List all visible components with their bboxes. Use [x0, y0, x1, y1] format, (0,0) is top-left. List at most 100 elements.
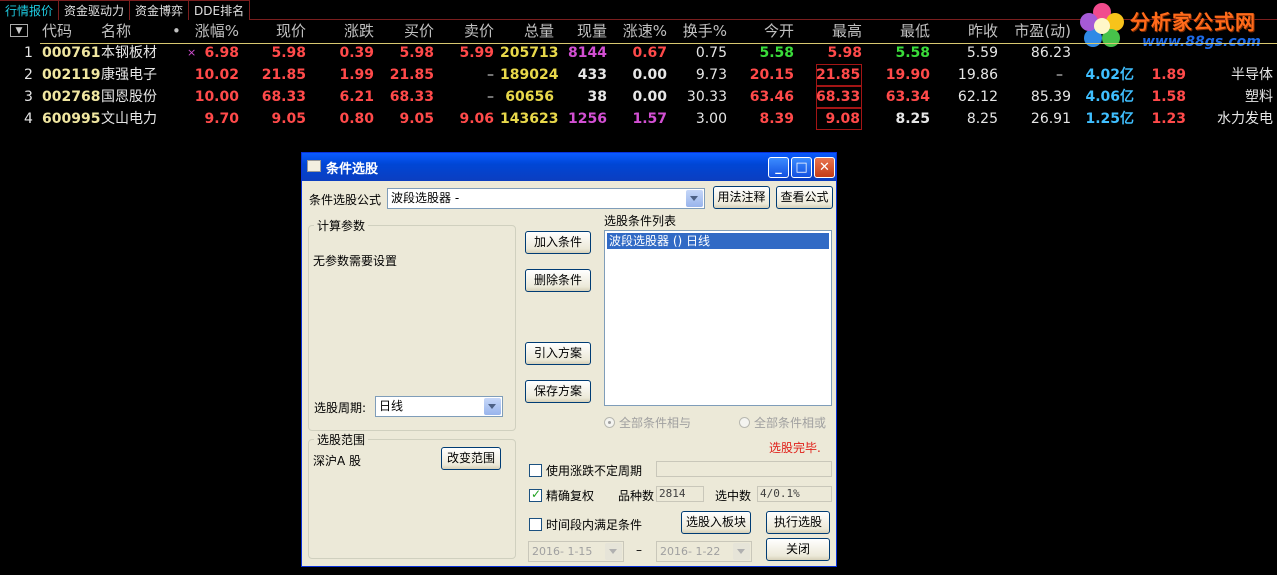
- row-index: 3: [24, 89, 33, 105]
- price: 21.85: [261, 67, 306, 83]
- industry: 塑料: [1245, 89, 1273, 105]
- turnover: 0.75: [695, 45, 727, 61]
- change: 1.99: [339, 67, 374, 83]
- col-bid[interactable]: 买价: [384, 20, 434, 42]
- open: 8.39: [759, 111, 794, 127]
- turnover: 30.33: [686, 89, 727, 105]
- minimize-icon[interactable]: _: [768, 157, 789, 178]
- col-change[interactable]: 涨跌: [320, 20, 374, 42]
- open: 20.15: [749, 67, 794, 83]
- row-index: 2: [24, 67, 33, 83]
- ask: 5.99: [459, 45, 494, 61]
- pct: 10.02: [194, 67, 239, 83]
- col-ask[interactable]: 卖价: [445, 20, 494, 42]
- run-select-button[interactable]: 执行选股: [766, 511, 830, 534]
- bid: 5.98: [399, 45, 434, 61]
- tab-dde-rank[interactable]: DDE排名: [189, 0, 251, 20]
- radio-all-or[interactable]: 全部条件相或: [739, 414, 826, 431]
- no-params-text: 无参数需要设置: [313, 254, 398, 268]
- usage-note-button[interactable]: 用法注释: [713, 186, 770, 209]
- chevron-down-icon[interactable]: [484, 398, 501, 415]
- table-row[interactable]: 2 002119 康强电子 10.02 21.85 1.99 21.85 – 1…: [0, 64, 1277, 86]
- irregular-period-label: 使用涨跌不定周期: [546, 464, 643, 478]
- price: 68.33: [261, 89, 306, 105]
- exact-adjust-checkbox[interactable]: 精确复权: [529, 487, 594, 504]
- table-row[interactable]: 4 600995 文山电力 9.70 9.05 0.80 9.05 9.06 1…: [0, 108, 1277, 130]
- chevron-down-icon[interactable]: [733, 543, 750, 560]
- radio-all-or-label: 全部条件相或: [754, 416, 827, 430]
- close-icon[interactable]: ✕: [814, 157, 835, 178]
- table-row[interactable]: 1 000761 本钢板材 × 6.98 5.98 0.39 5.98 5.99…: [0, 42, 1277, 64]
- speed: 0.00: [632, 67, 667, 83]
- col-prev-close[interactable]: 昨收: [944, 20, 998, 42]
- row-index: 4: [24, 111, 33, 127]
- save-plan-button[interactable]: 保存方案: [525, 380, 591, 403]
- dialog-titlebar[interactable]: 条件选股 _ □ ✕: [302, 153, 836, 181]
- list-item[interactable]: 波段选股器 () 日线: [607, 233, 829, 249]
- speed: 1.57: [632, 111, 667, 127]
- pe: –: [1056, 67, 1063, 83]
- irregular-period-checkbox[interactable]: 使用涨跌不定周期: [529, 462, 642, 479]
- low: 63.34: [885, 89, 930, 105]
- delete-condition-button[interactable]: 删除条件: [525, 269, 591, 292]
- formula-label: 条件选股公式: [309, 193, 382, 207]
- col-cur-volume[interactable]: 现量: [565, 20, 607, 42]
- cur-volume: 8144: [568, 45, 607, 61]
- col-low[interactable]: 最低: [880, 20, 930, 42]
- col-pe[interactable]: 市盈(动): [1005, 20, 1071, 42]
- formula-select[interactable]: 波段选股器 -: [387, 188, 705, 209]
- col-name[interactable]: 名称: [101, 20, 131, 42]
- maximize-icon[interactable]: □: [791, 157, 812, 178]
- window-icon: [307, 160, 321, 172]
- bid: 68.33: [389, 89, 434, 105]
- tab-fund-game[interactable]: 资金博弈: [130, 0, 190, 20]
- import-plan-button[interactable]: 引入方案: [525, 342, 591, 365]
- col-pct[interactable]: 涨幅%: [180, 20, 239, 42]
- change-range-button[interactable]: 改变范围: [441, 447, 501, 470]
- checkbox-off-icon: [529, 464, 542, 477]
- high: 68.33: [816, 86, 862, 108]
- col-open[interactable]: 今开: [740, 20, 794, 42]
- stock-name: 本钢板材: [101, 45, 157, 61]
- col-speed[interactable]: 涨速%: [612, 20, 667, 42]
- amount: 1.25亿: [1085, 111, 1134, 127]
- col-code[interactable]: 代码: [42, 20, 72, 42]
- speed: 0.67: [632, 45, 667, 61]
- col-volume[interactable]: 总量: [500, 20, 554, 42]
- col-price[interactable]: 现价: [250, 20, 306, 42]
- volume: 205713: [500, 45, 559, 61]
- ratio: 1.89: [1151, 67, 1186, 83]
- irregular-period-field: [656, 461, 832, 477]
- chevron-down-icon[interactable]: [686, 190, 703, 207]
- tab-fund-drive[interactable]: 资金驱动力: [59, 0, 131, 20]
- stock-name: 康强电子: [101, 67, 157, 83]
- col-high[interactable]: 最高: [810, 20, 862, 42]
- period-label: 选股周期:: [314, 401, 367, 415]
- date-from-select[interactable]: 2016- 1-15: [528, 541, 624, 562]
- to-block-button[interactable]: 选股入板块: [681, 511, 751, 534]
- add-condition-button[interactable]: 加入条件: [525, 231, 591, 254]
- time-condition-checkbox[interactable]: 时间段内满足条件: [529, 516, 642, 533]
- volume: 143623: [500, 111, 559, 127]
- bid: 21.85: [389, 67, 434, 83]
- table-row[interactable]: 3 002768 国恩股份 10.00 68.33 6.21 68.33 – 6…: [0, 86, 1277, 108]
- stock-code: 000761: [42, 45, 101, 61]
- view-formula-button[interactable]: 查看公式: [776, 186, 833, 209]
- pct: 10.00: [194, 89, 239, 105]
- period-select[interactable]: 日线: [375, 396, 503, 417]
- close-button[interactable]: 关闭: [766, 538, 830, 561]
- chevron-down-icon[interactable]: [605, 543, 622, 560]
- date-to-select[interactable]: 2016- 1-22: [656, 541, 752, 562]
- radio-off-icon: [739, 417, 750, 428]
- change: 0.80: [339, 111, 374, 127]
- change: 6.21: [339, 89, 374, 105]
- date-separator: –: [636, 543, 642, 557]
- tab-quotes[interactable]: 行情报价: [0, 0, 60, 20]
- conditions-list[interactable]: 波段选股器 () 日线: [604, 230, 832, 406]
- col-turnover[interactable]: 换手%: [672, 20, 727, 42]
- selected-row-underline: [40, 43, 1277, 44]
- sort-toggle-icon[interactable]: ▼: [10, 24, 28, 37]
- date-from-value: 2016- 1-15: [532, 545, 593, 558]
- ask: –: [487, 67, 494, 83]
- radio-all-and[interactable]: 全部条件相与: [604, 414, 691, 431]
